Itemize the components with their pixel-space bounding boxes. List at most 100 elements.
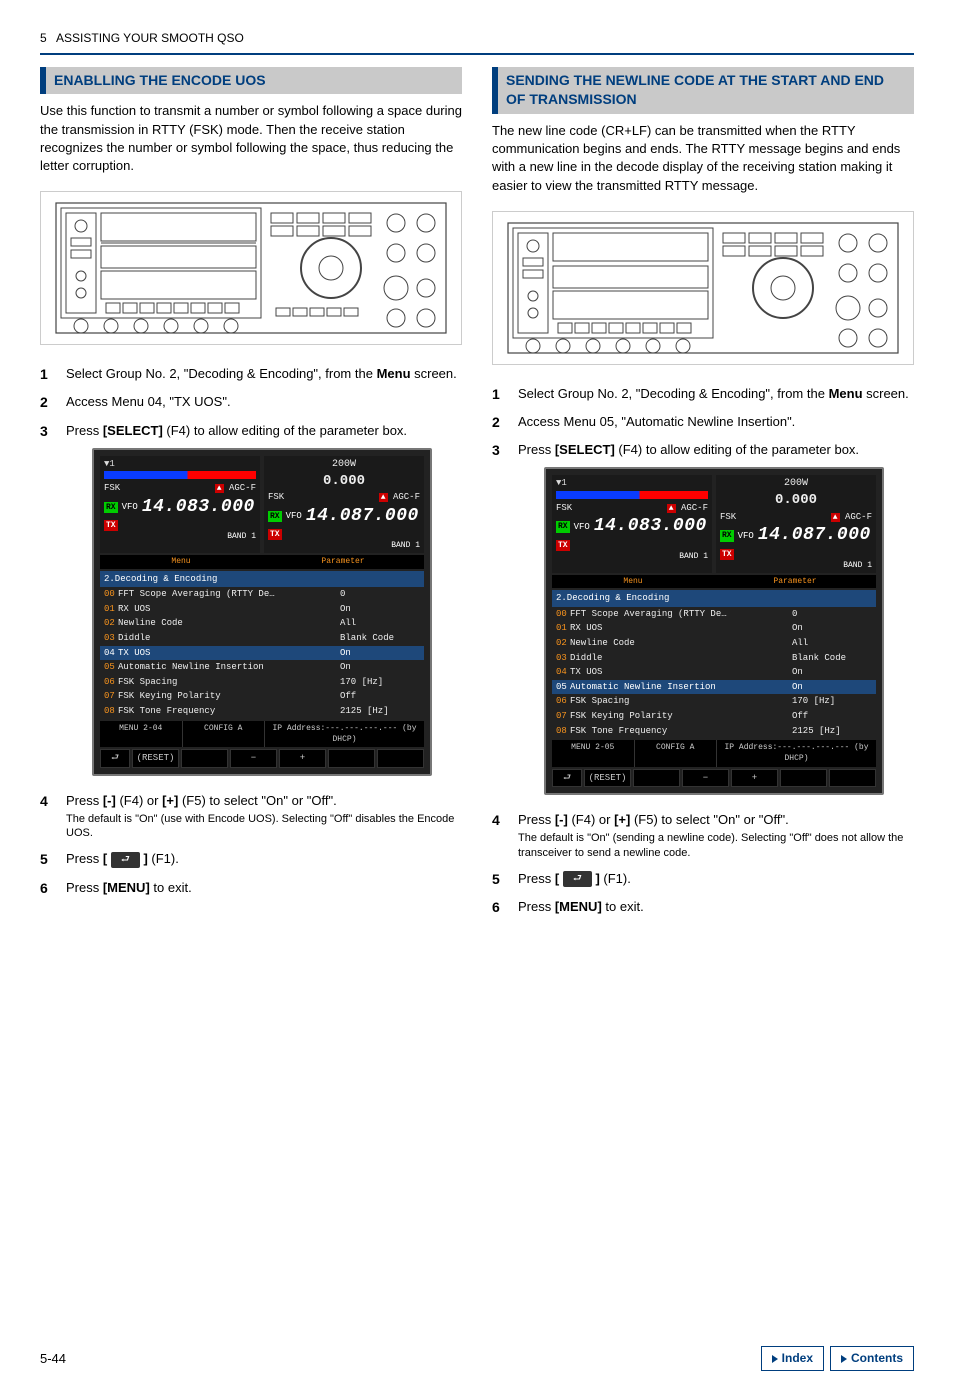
vfo-label-b: VFO [286,510,302,523]
menu-row[interactable]: 04TX UOSOn [100,646,424,661]
tx-badge: TX [720,549,734,560]
text: screen. [863,386,909,401]
index-button[interactable]: Index [761,1346,824,1371]
page-number: 5-44 [40,1350,66,1368]
menu-row[interactable]: 05Automatic Newline InsertionOn [552,680,876,695]
menu-row[interactable]: 02Newline CodeAll [552,636,876,651]
text: (F1). [600,871,631,886]
menu-row-num: 05 [104,661,118,674]
band-b: BAND 1 [720,560,872,571]
menu-row[interactable]: 06FSK Spacing170 [Hz] [100,675,424,690]
left-column: ENABLLING THE ENCODE UOS Use this functi… [40,67,462,927]
blank-soft-button [780,769,827,788]
menu-row[interactable]: 05Automatic Newline InsertionOn [100,660,424,675]
menu-row[interactable]: 01RX UOSOn [100,602,424,617]
right-section-title: SENDING THE NEWLINE CODE AT THE START AN… [492,67,914,114]
menu-row[interactable]: 08FSK Tone Frequency2125 [Hz] [100,704,424,719]
text: Press [66,793,103,808]
chapter-title: ASSISTING YOUR SMOOTH QSO [56,31,244,45]
menu-row-param: 0 [792,608,872,621]
freq-a: 14.083.000 [594,514,707,539]
menu-row-name: FSK Keying Polarity [118,690,340,703]
menu-row[interactable]: 03DiddleBlank Code [100,631,424,646]
fsk-label: FSK [556,502,572,515]
menu-row[interactable]: 07FSK Keying PolarityOff [552,709,876,724]
minus-soft-button[interactable]: − [230,749,277,768]
menu-row[interactable]: 02Newline CodeAll [100,616,424,631]
menu-row-param: All [340,617,420,630]
left-intro: Use this function to transmit a number o… [40,102,462,175]
select-key: [SELECT] [103,423,163,438]
menu-row-name: FSK Keying Polarity [570,710,792,723]
band-a: BAND 1 [104,531,256,542]
status-menu: MENU 2-04 [100,721,183,747]
minus-soft-button[interactable]: − [682,769,729,788]
menu-head: Menu [100,555,262,568]
param-head: Parameter [262,555,424,568]
menu-row-num: 07 [104,690,118,703]
s-meter [556,491,708,499]
menu-row-name: Automatic Newline Insertion [570,681,792,694]
agc-warn-icon: ▲ [215,484,224,493]
blank-soft-button [633,769,680,788]
right-step-4-sub: The default is "On" (sending a newline c… [518,831,914,860]
agc-label-b: AGC-F [393,492,420,502]
text: to exit. [602,899,644,914]
contents-label: Contents [851,1350,903,1367]
blank-soft-button [377,749,424,768]
right-column: SENDING THE NEWLINE CODE AT THE START AN… [492,67,914,927]
menu-row-name: FSK Spacing [118,676,340,689]
text: Select Group No. 2, "Decoding & Encoding… [518,386,829,401]
reset-soft-button[interactable]: (RESET) [132,749,179,768]
menu-head: Menu [552,575,714,588]
reset-soft-button[interactable]: (RESET) [584,769,631,788]
menu-row[interactable]: 04TX UOSOn [552,665,876,680]
right-step-2: Access Menu 05, "Automatic Newline Inser… [492,413,914,431]
left-step-1: Select Group No. 2, "Decoding & Encoding… [40,365,462,383]
menu-row-num: 04 [104,647,118,660]
menu-rows-right: 00FFT Scope Averaging (RTTY De…001RX UOS… [552,607,876,738]
plus-soft-button[interactable]: + [279,749,326,768]
text: (F4) to allow editing of the parameter b… [615,442,859,457]
text: Press [66,423,103,438]
blank-soft-button [328,749,375,768]
param-head: Parameter [714,575,876,588]
text: (F5) to select "On" or "Off". [178,793,336,808]
menu-row-name: FFT Scope Averaging (RTTY De… [570,608,792,621]
back-soft-button[interactable]: ⮐ [100,749,130,768]
triangle-icon [841,1355,847,1363]
menu-row-num: 00 [556,608,570,621]
menu-group: 2.Decoding & Encoding [552,590,876,607]
menu-row-param: Blank Code [340,632,420,645]
transceiver-illustration [492,211,914,365]
menu-row[interactable]: 01RX UOSOn [552,621,876,636]
contents-button[interactable]: Contents [830,1346,914,1371]
plus-key: [+] [162,793,178,808]
menu-row[interactable]: 03DiddleBlank Code [552,651,876,666]
menu-row-num: 03 [104,632,118,645]
agc-label: AGC-F [681,503,708,513]
menu-row-num: 02 [104,617,118,630]
menu-row-num: 06 [104,676,118,689]
menu-row-name: Automatic Newline Insertion [118,661,340,674]
status-ip: IP Address:---.---.---.--- (by DHCP) [265,721,424,747]
menu-row[interactable]: 00FFT Scope Averaging (RTTY De…0 [100,587,424,602]
menu-row-param: All [792,637,872,650]
back-soft-button[interactable]: ⮐ [552,769,582,788]
page-footer: 5-44 Index Contents [40,1346,914,1371]
text: (F5) to select "On" or "Off". [630,812,788,827]
menu-row[interactable]: 07FSK Keying PolarityOff [100,689,424,704]
tx-badge: TX [268,529,282,540]
menu-row[interactable]: 08FSK Tone Frequency2125 [Hz] [552,724,876,739]
page-header: 5 ASSISTING YOUR SMOOTH QSO [40,30,914,47]
plus-key: [+] [614,812,630,827]
menu-row[interactable]: 06FSK Spacing170 [Hz] [552,694,876,709]
sub-freq: 0.000 [720,491,872,511]
freq-b: 14.087.000 [306,504,419,529]
menu-row-num: 05 [556,681,570,694]
menu-row-num: 04 [556,666,570,679]
plus-soft-button[interactable]: + [731,769,778,788]
menu-row[interactable]: 00FFT Scope Averaging (RTTY De…0 [552,607,876,622]
power-label: 200W [268,458,420,472]
right-menu-screenshot: ▼1 FSK▲ AGC-F RXVFO14.083.000 TX BAND 1 … [544,467,884,795]
